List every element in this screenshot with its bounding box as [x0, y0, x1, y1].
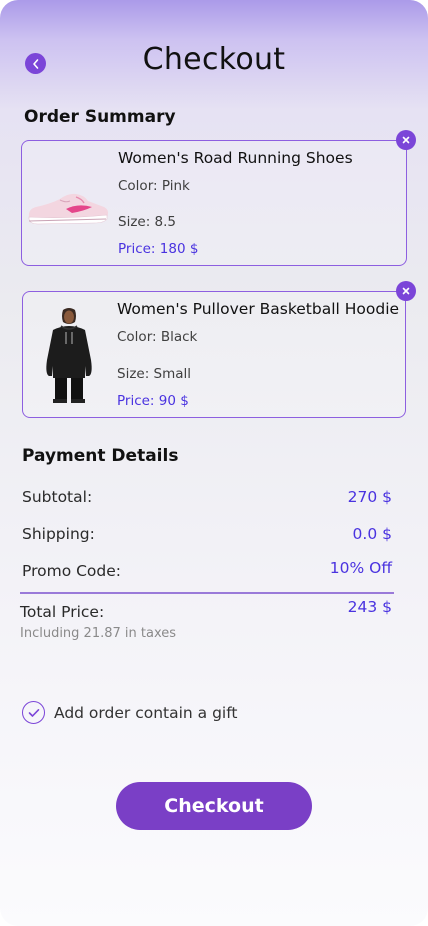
page-title: Checkout	[142, 42, 286, 77]
gift-label: Add order contain a gift	[54, 703, 238, 722]
total-price-label: Total Price:	[20, 603, 105, 621]
checkout-button[interactable]: Checkout	[116, 782, 312, 830]
gift-checkbox[interactable]	[22, 701, 45, 724]
close-icon	[402, 136, 410, 144]
product-image	[27, 298, 111, 410]
payment-details-title: Payment Details	[22, 446, 179, 466]
black-hoodie-model-icon	[39, 304, 99, 404]
item-color: Color: Pink	[118, 178, 190, 194]
remove-item-button[interactable]	[396, 281, 416, 301]
item-name: Women's Road Running Shoes	[118, 149, 353, 167]
gift-option[interactable]: Add order contain a gift	[22, 701, 238, 724]
order-item-card: Women's Pullover Basketball Hoodie Color…	[22, 291, 406, 418]
tax-note: Including 21.87 in taxes	[20, 626, 177, 641]
subtotal-value: 270 $	[347, 488, 392, 506]
item-size: Size: 8.5	[118, 214, 177, 230]
close-icon	[402, 287, 410, 295]
remove-item-button[interactable]	[396, 130, 416, 150]
shipping-value: 0.0 $	[352, 525, 392, 543]
item-price: Price: 180 $	[118, 241, 199, 257]
order-item-card: Women's Road Running Shoes Color: Pink S…	[21, 140, 407, 266]
checkout-screen: Checkout Order Summary Women's Road Runn…	[0, 0, 428, 926]
order-summary-title: Order Summary	[24, 107, 176, 127]
promo-code-value: 10% Off	[329, 559, 392, 577]
check-icon	[28, 708, 40, 718]
promo-code-label: Promo Code:	[22, 562, 122, 580]
product-image	[26, 147, 110, 259]
subtotal-label: Subtotal:	[22, 488, 93, 506]
item-size: Size: Small	[117, 366, 192, 382]
item-color: Color: Black	[117, 329, 198, 345]
item-name: Women's Pullover Basketball Hoodie	[117, 300, 400, 318]
shipping-label: Shipping:	[22, 525, 95, 543]
divider	[20, 592, 394, 594]
total-price-value: 243 $	[347, 598, 392, 616]
pink-running-shoe-icon	[26, 173, 110, 233]
item-price: Price: 90 $	[117, 393, 189, 409]
